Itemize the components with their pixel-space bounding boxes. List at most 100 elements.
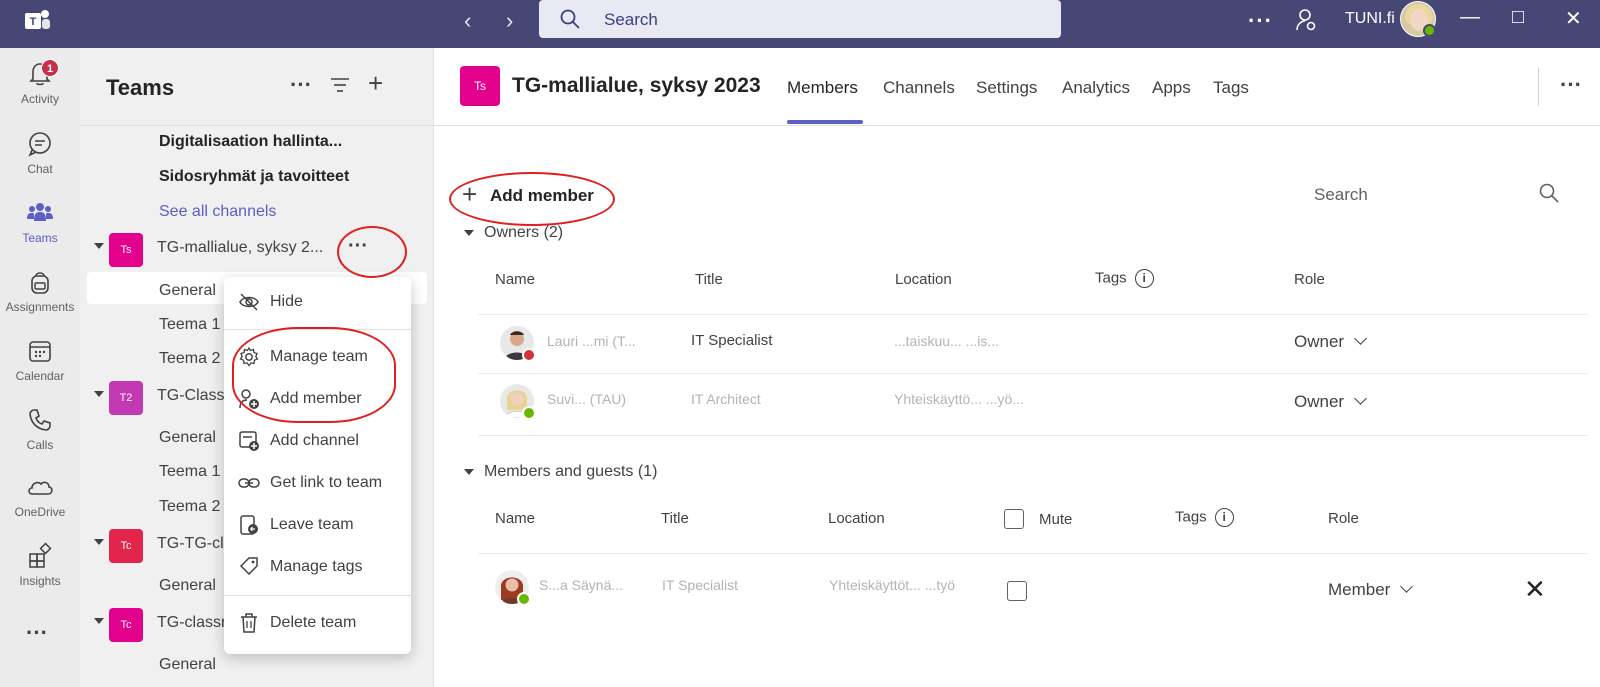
team-name: TG-TG-cl [157,535,224,552]
team-avatar: Tc [109,529,143,563]
rail-item-chat[interactable]: Chat [0,122,80,188]
apps-icon [29,542,52,568]
collapse-icon[interactable] [94,618,104,624]
tab-settings[interactable]: Settings [976,78,1037,98]
collapse-icon[interactable] [94,391,104,397]
mute-checkbox[interactable] [1007,581,1027,601]
svg-text:T: T [30,16,37,28]
collapse-icon[interactable] [94,539,104,545]
channel-item[interactable]: General [159,577,216,595]
add-icon[interactable]: + [368,68,383,99]
page-title: Teams [106,75,175,100]
maximize-icon[interactable]: □ [1512,6,1524,29]
more-options-icon[interactable]: ··· [290,72,312,98]
info-icon[interactable]: i [1214,508,1234,527]
menu-label: Hide [270,293,303,310]
member-title: IT Specialist [662,577,738,593]
rail-item-onedrive[interactable]: OneDrive [0,465,80,531]
collapse-icon[interactable] [94,243,104,249]
tenant-name[interactable]: TUNI.fi [1345,10,1395,28]
menu-label: Manage team [270,348,368,365]
channel-item[interactable]: Teema 2 [159,498,220,516]
title-bar: T ‹ › Search ··· TUNI.fi — □ ✕ [0,0,1600,48]
column-header[interactable]: Location [828,510,885,527]
member-name[interactable]: S...a Säynä... [539,577,623,593]
backpack-icon [31,272,49,294]
minimize-icon[interactable]: — [1460,6,1480,29]
column-header[interactable]: Title [661,510,689,527]
rail-item-insights[interactable]: Insights [0,534,80,600]
calendar-icon [29,341,51,362]
rail-item-calendar[interactable]: Calendar [0,329,80,395]
column-header[interactable]: Role [1328,510,1359,527]
role-dropdown[interactable]: Owner [1294,392,1367,412]
forward-icon[interactable]: › [506,8,513,34]
column-header[interactable]: Role [1294,271,1325,288]
tab-apps[interactable]: Apps [1152,78,1191,98]
back-icon[interactable]: ‹ [464,8,471,34]
menu-item-add-channel[interactable]: Add channel [224,421,411,461]
row-divider [478,373,1588,374]
tab-tags[interactable]: Tags [1213,78,1249,98]
menu-item-get-link[interactable]: Get link to team [224,463,411,503]
rail-item-teams[interactable]: Teams [0,191,80,257]
rail-item-activity[interactable]: 1 Activity [0,52,80,118]
team-more-options-icon[interactable]: ··· [348,235,368,258]
member-location: Yhteiskäyttö... ...yö... [894,391,1024,407]
team-item[interactable]: Ts TG-mallialue, syksy 2... ··· [80,229,433,269]
members-section-toggle[interactable]: Members and guests (1) [464,463,657,481]
collapse-icon [464,468,474,475]
owners-section-toggle[interactable]: Owners (2) [464,224,563,242]
more-apps-icon[interactable]: ··· [26,620,48,646]
column-header[interactable]: Name [495,271,535,288]
remove-member-icon[interactable]: ✕ [1524,574,1546,605]
more-options-icon[interactable]: ··· [1248,8,1273,34]
column-header[interactable]: Tags i [1095,269,1154,288]
member-location: ...taiskuu... ...is... [894,333,1000,349]
close-icon[interactable]: ✕ [1565,6,1582,31]
column-header[interactable]: Name [495,510,535,527]
more-options-icon[interactable]: ··· [1560,72,1582,98]
role-dropdown[interactable]: Member [1328,580,1414,600]
channel-item[interactable]: General [159,282,216,300]
channel-item[interactable]: Digitalisaation hallinta... [159,133,342,151]
channel-item[interactable]: General [159,656,216,674]
people-settings-icon[interactable] [1295,8,1317,32]
channel-item[interactable]: Sidosryhmät ja tavoitteet [159,168,349,186]
mute-all-checkbox[interactable] [1004,509,1024,529]
tab-analytics[interactable]: Analytics [1062,78,1130,98]
rail-item-calls[interactable]: Calls [0,398,80,464]
member-name[interactable]: Suvi... (TAU) [547,391,626,407]
channel-item[interactable]: Teema 2 [159,350,220,368]
member-name[interactable]: Lauri ...mi (T... [547,333,636,349]
member-search-input[interactable]: Search [1314,185,1368,205]
tab-channels[interactable]: Channels [883,78,955,98]
see-all-channels-link[interactable]: See all channels [159,203,276,221]
info-icon[interactable]: i [1134,269,1154,288]
tag-icon [239,557,258,576]
menu-item-manage-team[interactable]: Manage team [224,337,411,377]
menu-item-delete-team[interactable]: Delete team [224,603,411,643]
menu-item-add-member[interactable]: Add member [224,379,411,419]
member-title: IT Specialist [691,332,773,349]
owners-section-title: Owners (2) [484,224,564,241]
role-dropdown[interactable]: Owner [1294,332,1367,352]
menu-item-leave-team[interactable]: Leave team [224,505,411,545]
column-header[interactable]: Title [695,271,723,288]
column-header[interactable]: Location [895,271,952,288]
filter-icon[interactable] [330,76,350,94]
channel-item[interactable]: Teema 1 [159,316,220,334]
column-header[interactable]: Tags i [1175,508,1234,527]
channel-item[interactable]: General [159,429,216,447]
tab-members[interactable]: Members [787,78,858,98]
menu-item-hide[interactable]: Hide [224,282,411,322]
channel-item[interactable]: Teema 1 [159,463,220,481]
team-avatar: T2 [109,381,143,415]
team-name: TG-Class [157,387,225,404]
menu-item-manage-tags[interactable]: Manage tags [224,547,411,587]
rail-item-assignments[interactable]: Assignments [0,260,80,326]
cloud-icon [28,481,53,495]
search-icon[interactable] [1538,182,1560,204]
search-input[interactable]: Search [539,0,1061,38]
divider [1538,68,1539,106]
